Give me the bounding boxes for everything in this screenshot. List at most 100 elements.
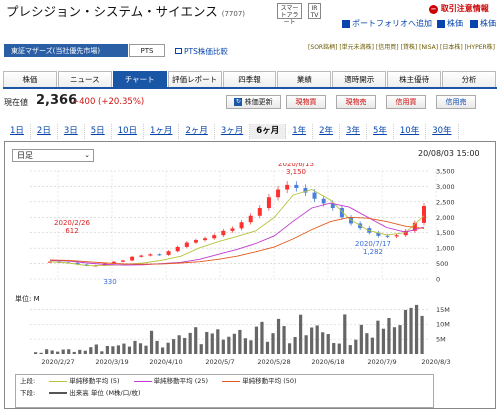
volume-bar bbox=[265, 341, 270, 354]
tab-0[interactable]: 株価 bbox=[3, 71, 57, 87]
volume-bar bbox=[403, 309, 408, 354]
trade-button-1[interactable]: 現物売 bbox=[336, 95, 376, 109]
volume-bar bbox=[177, 335, 181, 354]
tab-6[interactable]: 適時開示 bbox=[332, 71, 387, 87]
annotation-value: 330 bbox=[103, 278, 116, 286]
range-0[interactable]: 1日 bbox=[4, 124, 31, 139]
volume-bar bbox=[227, 336, 231, 354]
price-tick-label: 0 bbox=[436, 276, 440, 284]
volume-bar bbox=[78, 349, 82, 354]
refresh-price-button[interactable]: ↻ 株価更新 bbox=[226, 95, 281, 109]
tab-4[interactable]: 四季報 bbox=[222, 71, 277, 87]
volume-bar bbox=[210, 333, 214, 354]
range-7[interactable]: 3ヶ月 bbox=[215, 124, 251, 139]
board-icon bbox=[437, 19, 445, 28]
volume-bar bbox=[94, 344, 98, 354]
candle-body bbox=[285, 184, 290, 190]
candle-body bbox=[148, 254, 153, 256]
tab-3[interactable]: 評価レポート bbox=[167, 71, 222, 87]
volume-bar bbox=[409, 307, 413, 354]
range-3[interactable]: 5日 bbox=[85, 124, 112, 139]
candle-body bbox=[276, 189, 281, 198]
trade-button-3[interactable]: 信用売 bbox=[436, 95, 476, 109]
legend-sma5: 単純移動平均 (5) bbox=[49, 376, 120, 386]
range-8[interactable]: 6ヶ月 bbox=[250, 124, 287, 139]
range-1[interactable]: 2日 bbox=[31, 124, 58, 139]
volume-bar bbox=[89, 347, 93, 354]
x-tick-label: 2020/4/10 bbox=[149, 358, 182, 366]
chart-legend: 上段: 単純移動平均 (5) 単純移動平均 (25) 単純移動平均 (50) 下… bbox=[15, 374, 434, 408]
x-tick-label: 2020/8/3 bbox=[421, 358, 450, 366]
volume-bar bbox=[293, 337, 297, 354]
volume-bar bbox=[172, 339, 176, 354]
volume-bar bbox=[61, 349, 65, 354]
tab-1[interactable]: ニュース bbox=[57, 71, 112, 87]
range-2[interactable]: 3日 bbox=[58, 124, 85, 139]
candle-body bbox=[239, 222, 244, 229]
volume-bar bbox=[321, 332, 325, 354]
range-13[interactable]: 10年 bbox=[394, 124, 427, 139]
trade-button-0[interactable]: 現物買 bbox=[286, 95, 326, 109]
smart-alert-button[interactable]: スマートアラート bbox=[277, 3, 302, 26]
volume-bar bbox=[271, 333, 275, 354]
candle-body bbox=[230, 228, 235, 231]
caution-info-link[interactable]: − 取引注意情報 bbox=[429, 3, 489, 14]
volume-bar bbox=[221, 339, 225, 354]
price-tick-label: 3,500 bbox=[436, 168, 455, 176]
current-price: 2,366 bbox=[36, 93, 78, 108]
volume-bar bbox=[348, 345, 352, 354]
volume-bar bbox=[138, 343, 143, 354]
candle-body bbox=[175, 246, 180, 252]
volume-bar bbox=[326, 334, 330, 354]
pts-compare-link[interactable]: PTS株価比較 bbox=[175, 46, 228, 57]
x-tick-label: 2020/6/18 bbox=[311, 358, 344, 366]
price-tick-label: 1,000 bbox=[436, 245, 455, 253]
stock-board-link[interactable]: 株価 bbox=[437, 18, 463, 29]
add-portfolio-link[interactable]: ポートフォリオへ追加 bbox=[342, 18, 432, 29]
tab-2[interactable]: チャート bbox=[112, 71, 167, 87]
range-6[interactable]: 2ヶ月 bbox=[179, 124, 215, 139]
volume-bar bbox=[332, 342, 336, 354]
volume-bar bbox=[254, 326, 259, 354]
candle-body bbox=[422, 205, 426, 223]
annotation-date: 2020/7/17 bbox=[355, 240, 391, 248]
chart-icon bbox=[470, 19, 478, 28]
market-pts-tab[interactable]: PTS bbox=[129, 44, 165, 57]
stock-tags: [SOR銘柄] [単元未満株] [信用買] [貸株] [NISA] [日本株] … bbox=[308, 44, 495, 51]
volume-bar bbox=[414, 304, 419, 354]
range-12[interactable]: 5年 bbox=[367, 124, 394, 139]
period-select[interactable]: 日足 ⌄ bbox=[12, 149, 94, 162]
volume-bar bbox=[343, 314, 347, 354]
range-5[interactable]: 1ヶ月 bbox=[144, 124, 180, 139]
annotation-value: 612 bbox=[65, 227, 78, 235]
annotation-value: 1,282 bbox=[363, 248, 383, 256]
volume-bar bbox=[232, 333, 236, 354]
candle-body bbox=[266, 197, 271, 209]
stock-chart-link[interactable]: 株価 bbox=[470, 18, 496, 29]
market-primary-tab[interactable]: 東証マザーズ(当社優先市場) bbox=[4, 44, 128, 57]
volume-bar bbox=[133, 340, 137, 354]
range-11[interactable]: 3年 bbox=[340, 124, 367, 139]
range-14[interactable]: 30年 bbox=[426, 124, 459, 139]
chart-timestamp: 20/08/03 15:00 bbox=[418, 149, 480, 158]
range-10[interactable]: 2年 bbox=[313, 124, 341, 139]
volume-bar bbox=[183, 337, 187, 354]
tab-8[interactable]: 分析 bbox=[442, 71, 497, 87]
ir-tv-button[interactable]: IR TV bbox=[308, 3, 321, 19]
current-price-label: 現在値 bbox=[4, 98, 28, 107]
volume-bar bbox=[287, 343, 292, 354]
volume-bar bbox=[199, 344, 203, 354]
candle-body bbox=[130, 256, 135, 261]
price-tick-label: 2,000 bbox=[436, 214, 455, 222]
legend-volume: 出来高 単位 (M株/口/枚) bbox=[49, 388, 140, 398]
tab-7[interactable]: 株主優待 bbox=[387, 71, 442, 87]
range-selector: 1日 2日 3日 5日 10日 1ヶ月 2ヶ月 3ヶ月 6ヶ月 1年 2年 3年 5年 10年 30年 bbox=[4, 124, 459, 139]
range-9[interactable]: 1年 bbox=[286, 124, 314, 139]
volume-bar bbox=[315, 325, 319, 354]
trade-button-2[interactable]: 信用買 bbox=[386, 95, 426, 109]
candle-body bbox=[166, 251, 171, 255]
tab-5[interactable]: 業績 bbox=[277, 71, 332, 87]
volume-bar bbox=[72, 351, 76, 354]
range-4[interactable]: 10日 bbox=[112, 124, 145, 139]
volume-bar bbox=[392, 327, 397, 354]
